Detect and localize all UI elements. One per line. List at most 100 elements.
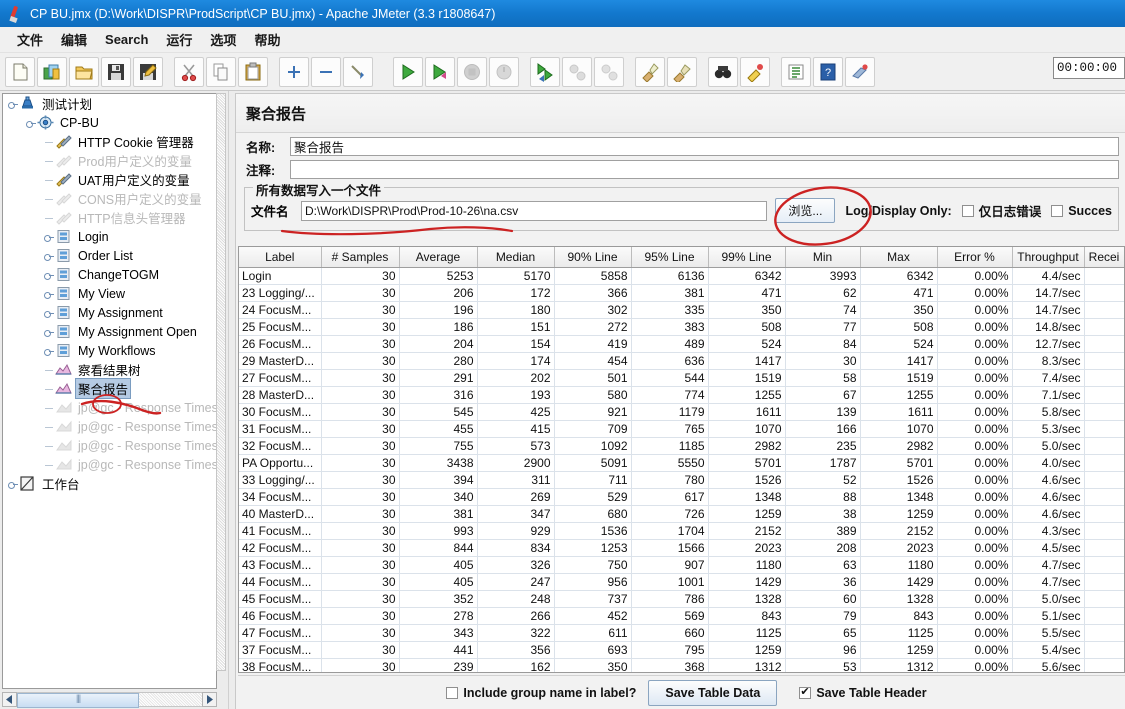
table-row[interactable]: 25 FocusM... 30 186 151 272 383 508 77 508 0.00% 1… <box>239 318 1124 336</box>
tree-vertical-scrollbar[interactable] <box>216 93 226 671</box>
start-no-pauses-button[interactable] <box>425 56 455 87</box>
table-column-header[interactable]: Average <box>399 247 478 268</box>
table-column-header[interactable]: Max <box>860 247 938 268</box>
table-row[interactable]: 41 FocusM... 30 993 929 1536 1704 2152 389 2152 0… <box>239 522 1124 540</box>
tree-collapser-icon[interactable] <box>43 250 55 262</box>
menu-file[interactable]: 文件 <box>8 27 52 52</box>
table-row[interactable]: 33 Logging/... 30 394 311 711 780 1526 52 1526 0.… <box>239 471 1124 489</box>
tree-node-cons-user-defined-variables[interactable]: CONS用户定义的变量 <box>3 189 216 208</box>
table-row[interactable]: 44 FocusM... 30 405 247 956 1001 1429 36 1429 0.0… <box>239 573 1124 591</box>
clear-button[interactable] <box>635 56 665 87</box>
aggregate-table-wrap[interactable]: Label # Samples Average Median 90% Line 95% L… <box>238 246 1125 673</box>
table-column-header[interactable]: 95% Line <box>631 247 709 268</box>
tree-expander-icon[interactable] <box>7 98 19 110</box>
clear-all-button[interactable] <box>667 56 697 87</box>
table-body[interactable]: Login 30 5253 5170 5858 6136 6342 3993 6342 0.00%… <box>239 267 1124 672</box>
table-row[interactable]: PA Opportu... 30 3438 2900 5091 5550 5701 1787 5… <box>239 454 1124 472</box>
menu-search[interactable]: Search <box>96 29 157 50</box>
tree-collapser-icon[interactable] <box>43 307 55 319</box>
table-row[interactable]: 30 FocusM... 30 545 425 921 1179 1611 139 1611 0.… <box>239 403 1124 421</box>
tree-node-response-times-4[interactable]: jp@gc - Response Times <box>3 455 216 474</box>
errors-only-checkbox[interactable]: 仅日志错误 <box>961 201 1041 220</box>
tree-node-aggregate-report[interactable]: 聚合报告 <box>3 378 216 399</box>
tree-node-changetogm[interactable]: ChangeTOGM <box>3 265 216 284</box>
help-button[interactable]: ? <box>813 56 843 87</box>
tree-node-uat-user-defined-variables[interactable]: UAT用户定义的变量 <box>3 170 216 189</box>
table-row[interactable]: 47 FocusM... 30 343 322 611 660 1125 65 1125 0.00… <box>239 624 1124 642</box>
table-column-header[interactable]: Label <box>239 247 322 268</box>
tree-node-response-times-3[interactable]: jp@gc - Response Times <box>3 436 216 455</box>
name-input[interactable]: 聚合报告 <box>290 137 1119 156</box>
table-row[interactable]: 32 FocusM... 30 755 573 1092 1185 2982 235 2982 0… <box>239 437 1124 455</box>
browse-button[interactable]: 浏览... <box>775 198 836 223</box>
tree-node-my-assignment-open[interactable]: My Assignment Open <box>3 322 216 341</box>
comment-input[interactable] <box>290 160 1119 179</box>
save-table-header-checkbox-box[interactable] <box>799 685 812 699</box>
tree-node-http-header-manager[interactable]: HTTP信息头管理器 <box>3 208 216 227</box>
tree-collapser-icon[interactable] <box>43 231 55 243</box>
search-reset-button[interactable] <box>740 56 770 87</box>
cut-button[interactable] <box>174 56 204 87</box>
table-column-header[interactable]: 99% Line <box>708 247 786 268</box>
tree-horizontal-scrollbar[interactable] <box>2 691 217 708</box>
function-helper-button[interactable] <box>781 56 811 87</box>
table-row[interactable]: 37 FocusM... 30 441 356 693 795 1259 96 1259 0.00… <box>239 641 1124 659</box>
shutdown-remote-all-button[interactable] <box>594 56 624 87</box>
start-remote-all-button[interactable] <box>530 56 560 87</box>
templates-button[interactable] <box>37 56 67 87</box>
successes-checkbox-box[interactable] <box>1051 204 1064 217</box>
open-button[interactable] <box>69 56 99 87</box>
table-column-header[interactable]: Error % <box>937 247 1013 268</box>
tree-node-my-view[interactable]: My View <box>3 284 216 303</box>
undo-redo-button[interactable] <box>845 56 875 87</box>
table-row[interactable]: 27 FocusM... 30 291 202 501 544 1519 58 1519 0.00… <box>239 369 1124 387</box>
tree-node-prod-user-defined-variables[interactable]: Prod用户定义的变量 <box>3 151 216 170</box>
tree-node-my-assignment[interactable]: My Assignment <box>3 303 216 322</box>
table-row[interactable]: 28 MasterD... 30 316 193 580 774 1255 67 1255 0.0… <box>239 386 1124 404</box>
menu-edit[interactable]: 编辑 <box>52 27 96 52</box>
table-row[interactable]: 24 FocusM... 30 196 180 302 335 350 74 350 0.00% 1… <box>239 301 1124 319</box>
tree-collapser-icon[interactable] <box>43 326 55 338</box>
tree-node-view-results-tree[interactable]: 察看结果树 <box>3 360 216 379</box>
tree-node-cp-bu[interactable]: CP-BU <box>3 113 216 132</box>
table-column-header[interactable]: # Samples <box>321 247 400 268</box>
tree-collapser-icon[interactable] <box>43 288 55 300</box>
menu-help[interactable]: 帮助 <box>245 27 289 52</box>
tree-node-my-workflows[interactable]: My Workflows <box>3 341 216 360</box>
filename-input[interactable]: D:\Work\DISPR\Prod\Prod-10-26\na.csv <box>301 200 768 221</box>
table-row[interactable]: 38 FocusM... 30 239 162 350 368 1312 53 1312 0.00… <box>239 658 1124 672</box>
tree-expander-icon[interactable] <box>25 117 37 129</box>
table-header-row[interactable]: Label # Samples Average Median 90% Line 95% L… <box>239 247 1124 268</box>
tree-node-workbench[interactable]: 工作台 <box>3 474 216 493</box>
test-plan-tree[interactable]: 测试计划 CP-BU HTTP Cookie 管理器 Prod用户定义的变量 UAT用户… <box>2 93 217 689</box>
shutdown-button[interactable] <box>489 56 519 87</box>
table-row[interactable]: 45 FocusM... 30 352 248 737 786 1328 60 1328 0.00… <box>239 590 1124 608</box>
scroll-track[interactable] <box>17 691 202 708</box>
tree-node-login[interactable]: Login <box>3 227 216 246</box>
toggle-button[interactable] <box>343 56 373 87</box>
include-group-name-checkbox[interactable]: Include group name in label? <box>446 686 636 700</box>
expand-all-button[interactable] <box>279 56 309 87</box>
save-table-header-checkbox[interactable]: Save Table Header <box>799 685 927 700</box>
save-as-button[interactable] <box>133 56 163 87</box>
table-row[interactable]: 42 FocusM... 30 844 834 1253 1566 2023 208 2023 0… <box>239 539 1124 557</box>
save-table-data-button[interactable]: Save Table Data <box>648 679 778 706</box>
scroll-right-arrow[interactable] <box>202 691 217 707</box>
menu-run[interactable]: 运行 <box>157 27 201 52</box>
menu-options[interactable]: 选项 <box>201 27 245 52</box>
table-column-header[interactable]: Throughput <box>1012 247 1085 268</box>
stop-button[interactable] <box>457 56 487 87</box>
table-row[interactable]: 23 Logging/... 30 206 172 366 381 471 62 471 0.00… <box>239 284 1124 302</box>
tree-node-http-cookie-manager[interactable]: HTTP Cookie 管理器 <box>3 132 216 151</box>
tree-node-order-list[interactable]: Order List <box>3 246 216 265</box>
tree-node-test-plan[interactable]: 测试计划 <box>3 94 216 113</box>
start-button[interactable] <box>393 56 423 87</box>
successes-checkbox[interactable]: Succes <box>1051 204 1112 218</box>
tree-collapser-icon[interactable] <box>43 345 55 357</box>
table-row[interactable]: Login 30 5253 5170 5858 6136 6342 3993 6342 0.00%… <box>239 267 1124 285</box>
table-row[interactable]: 31 FocusM... 30 455 415 709 765 1070 166 1070 0.0… <box>239 420 1124 438</box>
table-row[interactable]: 43 FocusM... 30 405 326 750 907 1180 63 1180 0.00… <box>239 556 1124 574</box>
table-row[interactable]: 26 FocusM... 30 204 154 419 489 524 84 524 0.00% 1… <box>239 335 1124 353</box>
table-column-header[interactable]: Min <box>785 247 861 268</box>
table-row[interactable]: 46 FocusM... 30 278 266 452 569 843 79 843 0.00% 5… <box>239 607 1124 625</box>
